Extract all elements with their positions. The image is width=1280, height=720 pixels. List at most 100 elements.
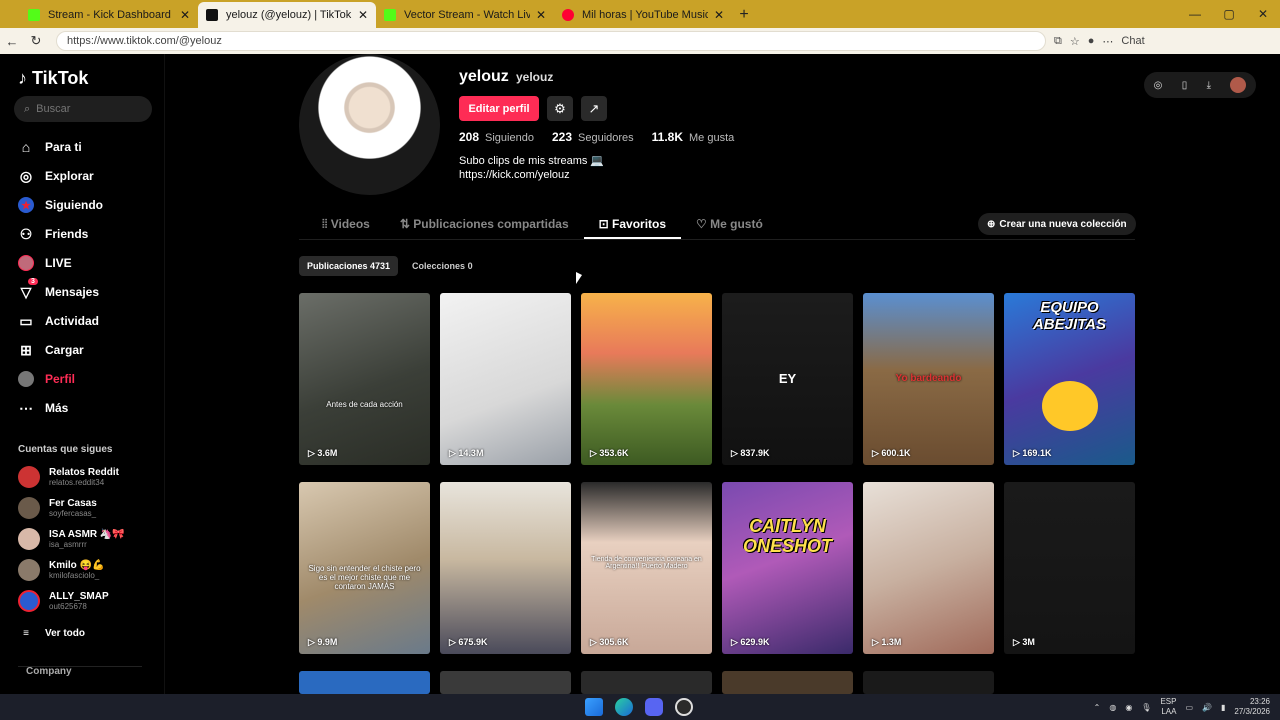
nav-item-cargar[interactable]: ⊞ Cargar xyxy=(18,340,84,360)
close-tab-icon[interactable]: ✕ xyxy=(358,8,368,22)
menu-icon[interactable]: ⋯ xyxy=(1102,35,1113,48)
video-card[interactable]: ▷ 353.6K xyxy=(581,293,712,465)
nav-item-friends[interactable]: ⚇ Friends xyxy=(18,224,89,244)
nav-item-live[interactable]: LIVE xyxy=(18,253,72,273)
search-input[interactable] xyxy=(36,103,137,115)
close-tab-icon[interactable]: ✕ xyxy=(536,8,546,22)
obs-icon[interactable] xyxy=(675,698,693,716)
followed-account[interactable]: Kmilo 😝💪 kmilofasciolo_ xyxy=(18,559,104,581)
video-card-partial[interactable] xyxy=(581,671,712,694)
nav-label: Friends xyxy=(45,227,89,241)
see-all-link[interactable]: ≡ Ver todo xyxy=(18,623,85,643)
video-card[interactable]: Sigo sin entender el chiste pero es el m… xyxy=(299,482,430,654)
nav-item-para-ti[interactable]: ⌂ Para ti xyxy=(18,137,82,157)
copilot-chat-button[interactable]: Chat xyxy=(1121,35,1144,47)
nav-item-explorar[interactable]: ◎ Explorar xyxy=(18,166,94,186)
url-field[interactable]: https://www.tiktok.com/@yelouz xyxy=(56,31,1046,51)
account-handle: soyfercasas_ xyxy=(49,509,97,518)
display-icon[interactable]: ▭ xyxy=(1185,703,1193,712)
video-card[interactable]: ▷ 675.9K xyxy=(440,482,571,654)
volume-icon[interactable]: 🔊 xyxy=(1202,703,1212,712)
video-card[interactable]: ▷ 3M xyxy=(1004,482,1135,654)
video-card-partial[interactable] xyxy=(299,671,430,694)
video-card[interactable]: ▷ 1.3M xyxy=(863,482,994,654)
video-card[interactable]: ▷ 14.3M xyxy=(440,293,571,465)
minimize-icon[interactable]: — xyxy=(1178,0,1212,28)
nav-item-mas[interactable]: ⋯ Más xyxy=(18,398,68,418)
new-tab-button[interactable]: + xyxy=(732,2,756,28)
video-card[interactable]: EQUIPO ABEJITAS ▷ 169.1K xyxy=(1004,293,1135,465)
tab-reposts[interactable]: ⇅ Publicaciones compartidas xyxy=(385,209,584,239)
nav-item-siguiendo[interactable]: ★ Siguiendo xyxy=(18,195,103,215)
chevron-up-icon[interactable]: ⌃ xyxy=(1094,703,1101,712)
subtab-collections[interactable]: Colecciones 0 xyxy=(404,256,481,276)
coins-icon[interactable]: ◎ xyxy=(1154,80,1163,91)
video-card-partial[interactable] xyxy=(722,671,853,694)
bee-mascot-image xyxy=(1042,381,1098,431)
discord-icon[interactable] xyxy=(645,698,663,716)
video-card-partial[interactable] xyxy=(863,671,994,694)
refresh-icon[interactable]: ↻ xyxy=(24,33,48,49)
language-indicator[interactable]: ESP LAA xyxy=(1160,697,1176,717)
browser-tab-active[interactable]: yelouz (@yelouz) | TikTok ✕ xyxy=(198,2,376,28)
followed-account[interactable]: ALLY_SMAP out625678 xyxy=(18,590,109,612)
account-name: ISA ASMR 🦄🎀 xyxy=(49,529,125,540)
followed-account[interactable]: ISA ASMR 🦄🎀 isa_asmrrr xyxy=(18,528,125,550)
close-tab-icon[interactable]: ✕ xyxy=(714,8,724,22)
bio-link[interactable]: https://kick.com/yelouz xyxy=(459,168,604,182)
profile-avatar[interactable] xyxy=(299,54,440,195)
profile-icon[interactable]: ● xyxy=(1088,35,1095,47)
followed-account[interactable]: Fer Casas soyfercasas_ xyxy=(18,497,97,519)
favorites-icon[interactable]: ☆ xyxy=(1070,35,1080,48)
video-card[interactable]: EY ▷ 837.9K xyxy=(722,293,853,465)
tiktok-logo[interactable]: ♪ TikTok xyxy=(18,68,88,89)
video-card[interactable]: CAITLYN ONESHOT ▷ 629.9K xyxy=(722,482,853,654)
discord-tray-icon[interactable]: ◉ xyxy=(1125,703,1132,712)
browser-tab[interactable]: Stream - Kick Dashboard ✕ xyxy=(20,2,198,28)
profile-username: yelouz xyxy=(459,68,509,85)
windows-taskbar: ⌃ ◍ ◉ 🎙 ESP LAA ▭ 🔊 ▮ 23:26 27/3/2026 xyxy=(0,694,1280,720)
settings-button[interactable]: ⚙ xyxy=(547,96,573,121)
followed-account[interactable]: Relatos Reddit relatos.reddit34 xyxy=(18,466,119,488)
tab-favorites[interactable]: ⊡ Favoritos xyxy=(583,209,682,239)
back-icon[interactable]: ← xyxy=(0,34,24,49)
battery-icon[interactable]: ▮ xyxy=(1221,703,1225,712)
nav-item-mensajes[interactable]: ▽ 3 Mensajes xyxy=(18,278,99,302)
stat-following[interactable]: 208 Siguiendo xyxy=(459,130,534,144)
extensions-icon[interactable]: ⧉ xyxy=(1054,35,1062,48)
video-card[interactable]: Tienda de conveniencia coreana en Argent… xyxy=(581,482,712,654)
video-card[interactable]: Yo bardeando ▷ 600.1K xyxy=(863,293,994,465)
edge-browser-icon[interactable] xyxy=(615,698,633,716)
edit-profile-button[interactable]: Editar perfil xyxy=(459,96,539,121)
network-icon[interactable]: ◍ xyxy=(1109,703,1116,712)
nav-item-perfil[interactable]: Perfil xyxy=(18,369,75,389)
search-box[interactable]: ⌕ xyxy=(14,96,152,122)
profile-bio: Subo clips de mis streams 💻 https://kick… xyxy=(459,154,604,182)
device-icon[interactable]: ▯ xyxy=(1182,80,1188,91)
download-icon[interactable]: ⤓ xyxy=(1207,80,1211,91)
account-name: ALLY_SMAP xyxy=(49,591,109,602)
maximize-icon[interactable]: ▢ xyxy=(1212,0,1246,28)
video-card[interactable]: Antes de cada acción ▷ 3.6M xyxy=(299,293,430,465)
microphone-icon[interactable]: 🎙 xyxy=(1141,703,1151,712)
close-window-icon[interactable]: ✕ xyxy=(1246,0,1280,28)
new-collection-button[interactable]: ⊕ Crear una nueva colección xyxy=(978,213,1136,235)
browser-tab[interactable]: Vector Stream - Watch Live on ✕ xyxy=(376,2,554,28)
windows-start-icon[interactable] xyxy=(585,698,603,716)
following-section-title: Cuentas que sigues xyxy=(18,444,113,455)
subtab-posts[interactable]: Publicaciones 4731 xyxy=(299,256,399,276)
company-link[interactable]: Company xyxy=(26,666,72,677)
video-card-partial[interactable] xyxy=(440,671,571,694)
browser-tab-bar: Stream - Kick Dashboard ✕ yelouz (@yelou… xyxy=(0,0,1280,28)
user-avatar-icon[interactable] xyxy=(1230,77,1247,93)
nav-item-actividad[interactable]: ▭ Actividad xyxy=(18,311,99,331)
tab-liked[interactable]: ♡ Me gustó xyxy=(681,209,778,239)
share-button[interactable]: ↗ xyxy=(581,96,607,121)
clock[interactable]: 23:26 27/3/2026 xyxy=(1234,697,1270,717)
tab-videos[interactable]: ⦙⦙ Videos xyxy=(307,209,385,239)
account-name: Relatos Reddit xyxy=(49,467,120,478)
activity-icon: ▭ xyxy=(19,312,33,329)
stat-followers[interactable]: 223 Seguidores xyxy=(552,130,634,144)
close-tab-icon[interactable]: ✕ xyxy=(180,8,190,22)
browser-tab[interactable]: Mil horas | YouTube Music ✕ xyxy=(554,2,732,28)
